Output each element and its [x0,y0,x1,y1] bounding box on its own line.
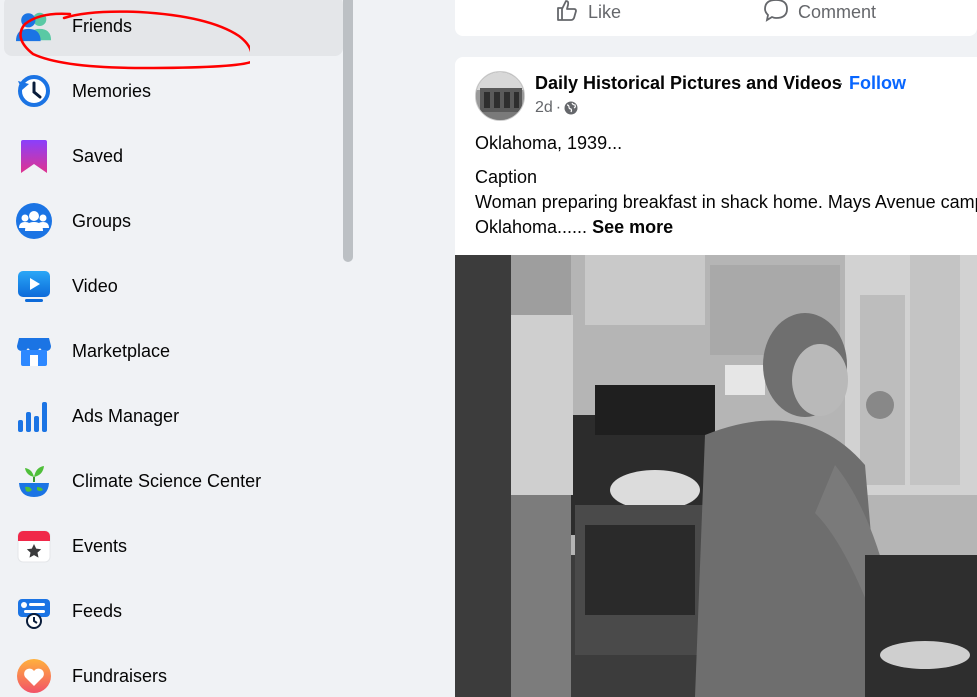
sidebar-item-groups[interactable]: Groups [4,191,343,251]
see-more-button[interactable]: See more [592,217,673,237]
sidebar-item-label: Saved [72,145,124,166]
like-button[interactable]: Like [555,0,621,24]
friends-icon [16,8,52,44]
saved-icon [16,138,52,174]
post-photo[interactable] [455,255,977,697]
sidebar-item-label: Feeds [72,600,123,621]
sidebar-item-label: Climate Science Center [72,470,262,491]
sidebar-item-label: Marketplace [72,340,171,361]
groups-icon [16,203,52,239]
post-author-name[interactable]: Daily Historical Pictures and Videos [535,73,842,94]
post-card: Daily Historical Pictures and Videos · F… [455,57,977,697]
climate-science-icon [16,463,52,499]
sidebar-item-memories[interactable]: Memories [4,61,343,121]
like-icon [555,0,579,27]
sidebar-item-saved[interactable]: Saved [4,126,343,186]
marketplace-icon [16,333,52,369]
comment-icon [763,0,789,27]
follow-button[interactable]: Follow [849,73,906,94]
post-timestamp[interactable]: 2d [535,99,553,117]
post-text-fragment: Oklahoma...... [475,217,588,237]
fundraisers-icon [16,658,52,694]
post-text-line: Oklahoma, 1939... [475,133,623,153]
post-meta: 2d · [535,99,578,117]
feeds-icon [16,593,52,629]
left-sidebar: Friends Memories Saved Groups Video Mark… [0,0,343,697]
sidebar-item-feeds[interactable]: Feeds [4,581,343,641]
sidebar-item-events[interactable]: Events [4,516,343,576]
author-separator: · [838,73,844,93]
sidebar-item-ads-manager[interactable]: Ads Manager [4,386,343,446]
globe-icon [564,101,578,115]
sidebar-item-video[interactable]: Video [4,256,343,316]
sidebar-item-label: Video [72,275,118,296]
sidebar-item-label: Ads Manager [72,405,180,426]
sidebar-item-label: Fundraisers [72,665,168,686]
sidebar-item-marketplace[interactable]: Marketplace [4,321,343,381]
comment-button[interactable]: Comment [763,0,876,24]
sidebar-scrollbar[interactable] [343,0,353,262]
page-avatar[interactable] [475,71,525,121]
meta-separator: · [555,99,562,116]
previous-post-actions: Like Comment [455,0,977,36]
memories-icon [16,73,52,109]
post-text-line: Caption [475,167,538,187]
sidebar-item-label: Events [72,535,128,556]
video-icon [16,268,52,304]
post-text-line: Woman preparing breakfast in shack home.… [475,192,977,212]
sidebar-item-climate-science[interactable]: Climate Science Center [4,451,343,511]
comment-label: Comment [798,1,877,22]
sidebar-item-label: Memories [72,80,152,101]
sidebar-item-friends[interactable]: Friends [4,0,343,56]
sidebar-item-fundraisers[interactable]: Fundraisers [4,646,343,697]
post-text-line: Oklahoma...... See more [475,217,673,238]
like-label: Like [588,1,622,22]
ads-manager-icon [16,398,52,434]
sidebar-item-label: Friends [72,15,133,36]
events-icon [16,528,52,564]
sidebar-item-label: Groups [72,210,132,231]
